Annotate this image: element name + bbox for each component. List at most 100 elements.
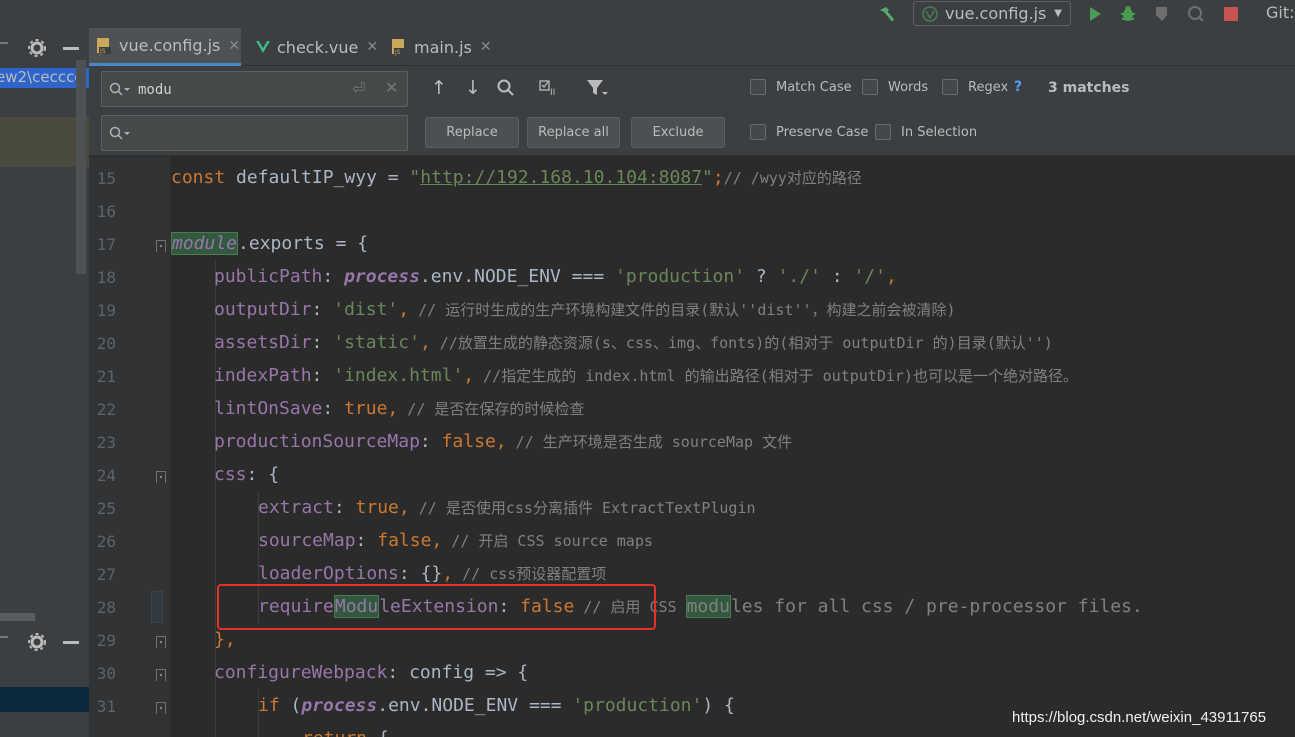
next-occurrence-icon[interactable]: ↓ bbox=[461, 76, 485, 100]
in-selection-label: In Selection bbox=[901, 124, 978, 140]
search-in-selection-icon[interactable]: II bbox=[538, 76, 562, 100]
match-case-checkbox[interactable]: Match Case bbox=[750, 77, 852, 97]
search-match-highlight: module bbox=[171, 232, 239, 255]
git-label[interactable]: Git: bbox=[1266, 3, 1295, 22]
line-number: 21 bbox=[96, 367, 116, 386]
gear-icon[interactable] bbox=[28, 633, 46, 651]
project-path-text: ew2\cecccc bbox=[0, 68, 83, 86]
code-line-30: configureWebpack: config => { bbox=[214, 662, 529, 683]
chevron-down-icon: ▼ bbox=[1054, 8, 1062, 19]
code-line-17: module.exports = { bbox=[171, 232, 369, 255]
words-label: Words bbox=[888, 79, 929, 95]
js-file-icon: JS bbox=[97, 37, 111, 55]
main-toolbar: vue.config.js ▼ Git: bbox=[0, 0, 1295, 28]
replace-history-icon[interactable] bbox=[109, 126, 131, 142]
fold-marker-icon[interactable] bbox=[156, 636, 166, 648]
search-history-icon[interactable] bbox=[109, 82, 131, 98]
line-number: 26 bbox=[96, 532, 116, 551]
clear-icon[interactable]: ✕ bbox=[385, 78, 398, 97]
run-icon[interactable] bbox=[1084, 3, 1106, 25]
editor-gutter[interactable]: 15 16 17 18 19 20 21 22 23 24 25 26 27 2… bbox=[89, 157, 170, 737]
js-file-icon: JS bbox=[392, 39, 406, 56]
vue-config-icon bbox=[922, 5, 938, 22]
project-tool-window: ew2\cecccc bbox=[0, 28, 89, 737]
line-number: 24 bbox=[96, 466, 116, 485]
fold-marker-icon[interactable] bbox=[156, 702, 166, 714]
line-number: 19 bbox=[96, 301, 116, 320]
line-number: 28 bbox=[96, 598, 116, 617]
run-config-dropdown[interactable]: vue.config.js ▼ bbox=[913, 1, 1071, 26]
line-number: 18 bbox=[96, 268, 116, 287]
search-field[interactable]: ⏎ ✕ bbox=[101, 71, 408, 107]
fold-marker-icon[interactable] bbox=[156, 669, 166, 681]
editor-tabs: JS vue.config.js ✕ check.vue ✕ JS main.j… bbox=[89, 28, 1295, 66]
tab-vue-config-js[interactable]: JS vue.config.js ✕ bbox=[89, 28, 241, 66]
regex-label: Regex bbox=[968, 79, 1009, 95]
close-icon[interactable]: ✕ bbox=[480, 39, 492, 55]
tab-check-vue[interactable]: check.vue ✕ bbox=[249, 28, 378, 66]
code-line-22: lintOnSave: true, // 是否在保存的时候检查 bbox=[214, 398, 585, 419]
match-count: 3 matches bbox=[1048, 80, 1130, 96]
replace-all-button[interactable]: Replace all bbox=[527, 117, 620, 148]
gear-icon[interactable] bbox=[28, 39, 46, 57]
previous-occurrence-icon[interactable]: ↑ bbox=[427, 76, 451, 100]
search-match-highlight: modu bbox=[685, 595, 731, 618]
hide-panel-icon[interactable] bbox=[63, 47, 79, 50]
code-editor[interactable]: 15 16 17 18 19 20 21 22 23 24 25 26 27 2… bbox=[89, 157, 1295, 737]
build-hammer-icon[interactable] bbox=[876, 3, 898, 25]
select-all-occurrences-icon[interactable] bbox=[494, 76, 518, 100]
line-number: 30 bbox=[96, 664, 116, 683]
changed-line-marker bbox=[151, 591, 163, 623]
horizontal-scrollbar[interactable] bbox=[0, 613, 35, 621]
exclude-button[interactable]: Exclude bbox=[631, 117, 725, 148]
fold-marker-icon[interactable] bbox=[156, 471, 166, 483]
code-line-19: outputDir: 'dist', // 运行时生成的生产环境构建文件的目录(… bbox=[214, 299, 956, 320]
match-case-label: Match Case bbox=[776, 79, 852, 95]
tree-scrollbar[interactable] bbox=[76, 60, 86, 274]
line-number: 15 bbox=[96, 169, 116, 188]
profile-icon[interactable] bbox=[1185, 3, 1207, 25]
in-selection-checkbox[interactable]: In Selection bbox=[875, 122, 977, 142]
replace-field[interactable] bbox=[101, 115, 408, 151]
line-number: 20 bbox=[96, 334, 116, 353]
line-number: 17 bbox=[96, 235, 116, 254]
svg-text:JS: JS bbox=[394, 49, 401, 56]
annotation-highlight-box bbox=[217, 584, 656, 630]
replace-button[interactable]: Replace bbox=[425, 117, 519, 148]
watermark-url: https://blog.csdn.net/weixin_43911765 bbox=[1012, 709, 1267, 726]
preserve-case-checkbox[interactable]: Preserve Case bbox=[750, 122, 868, 142]
line-number: 23 bbox=[96, 433, 116, 452]
new-line-icon[interactable]: ⏎ bbox=[352, 79, 365, 98]
find-replace-bar: ⏎ ✕ ↑ ↓ II Replace Replace all Exclude M… bbox=[89, 66, 1295, 156]
stop-icon[interactable] bbox=[1220, 3, 1242, 25]
tab-main-js[interactable]: JS main.js ✕ bbox=[384, 28, 492, 66]
code-line-15: const defaultIP_wyy = "http://192.168.10… bbox=[171, 167, 862, 188]
hide-panel-icon[interactable] bbox=[63, 641, 79, 644]
vue-file-icon bbox=[256, 41, 270, 53]
fold-marker-icon[interactable] bbox=[156, 240, 166, 252]
line-number: 31 bbox=[96, 697, 116, 716]
line-number: 22 bbox=[96, 400, 116, 419]
tab-label: vue.config.js bbox=[119, 36, 221, 55]
regex-help-link[interactable]: ? bbox=[1014, 79, 1022, 95]
code-line-24: css: { bbox=[214, 464, 280, 485]
filter-icon[interactable] bbox=[585, 76, 609, 100]
close-icon[interactable]: ✕ bbox=[228, 38, 240, 54]
code-line-18: publicPath: process.env.NODE_ENV === 'pr… bbox=[214, 266, 897, 287]
code-line-23: productionSourceMap: false, // 生产环境是否生成 … bbox=[214, 431, 793, 452]
coverage-shield-icon[interactable] bbox=[1151, 3, 1173, 25]
code-line-20: assetsDir: 'static', //放置生成的静态资源(s、css、i… bbox=[214, 332, 1053, 353]
line-number: 25 bbox=[96, 499, 116, 518]
structure-panel-header bbox=[0, 625, 89, 659]
regex-checkbox[interactable]: Regex bbox=[942, 77, 1008, 97]
url-link[interactable]: http://192.168.10.104:8087 bbox=[420, 167, 702, 188]
search-input[interactable] bbox=[138, 80, 338, 100]
code-line-32: return { bbox=[171, 722, 389, 737]
code-line-26: sourceMap: false, // 开启 CSS source maps bbox=[258, 530, 653, 551]
structure-selected-row[interactable] bbox=[0, 687, 89, 712]
code-line-31: if (process.env.NODE_ENV === 'production… bbox=[258, 695, 735, 716]
words-checkbox[interactable]: Words bbox=[862, 77, 928, 97]
debug-bug-icon[interactable] bbox=[1117, 3, 1139, 25]
close-icon[interactable]: ✕ bbox=[366, 39, 378, 55]
line-number: 16 bbox=[96, 202, 116, 221]
